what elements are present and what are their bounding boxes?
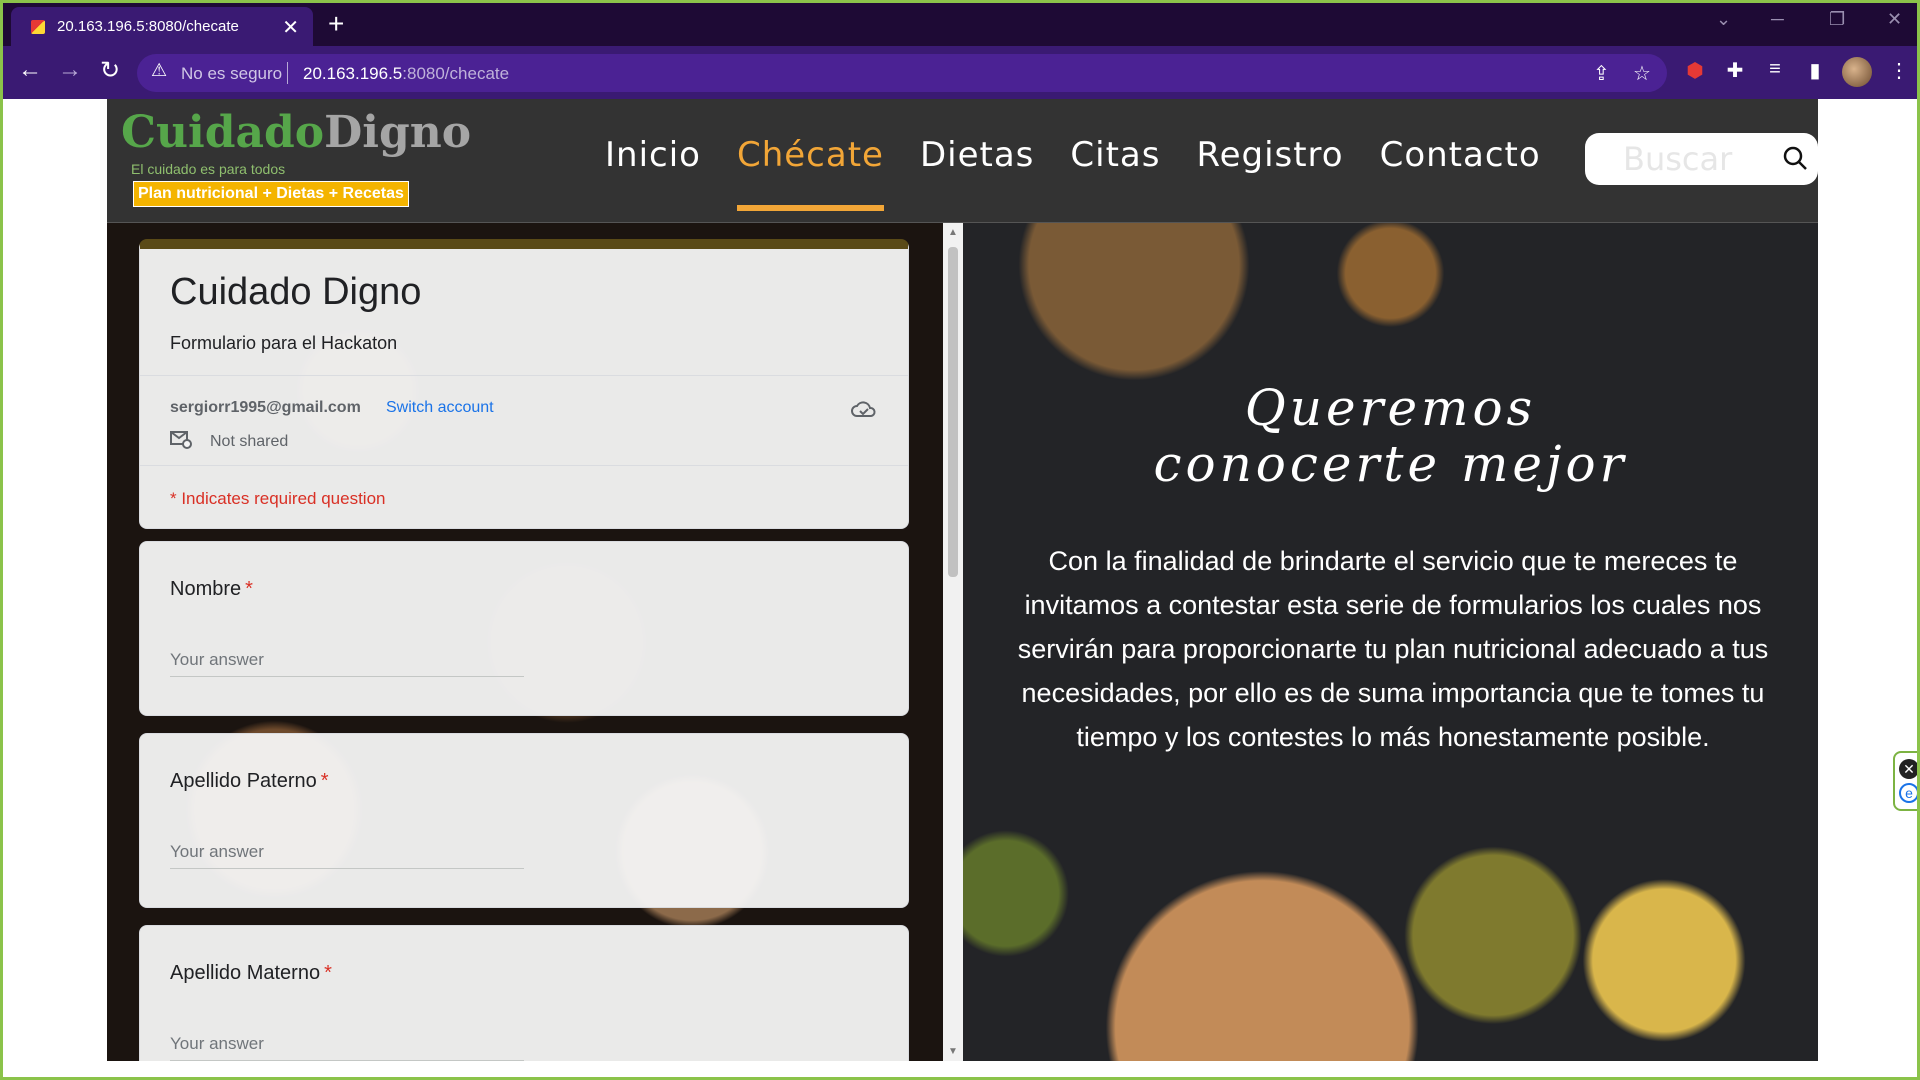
info-body-text: Con la finalidad de brindarte el servici…	[1017, 546, 1769, 752]
security-label[interactable]: No es seguro	[181, 64, 282, 84]
required-note: * Indicates required question	[170, 489, 386, 508]
close-window-icon[interactable]: ✕	[1887, 9, 1902, 30]
browser-toolbar: ← → ↻ ⚠ No es seguro 20.163.196.5:8080/c…	[3, 46, 1917, 99]
info-heading-line1: Queremos	[1244, 379, 1537, 437]
search-input[interactable]: Buscar	[1585, 133, 1818, 185]
form-scrollbar[interactable]: ▲ ▼	[943, 223, 963, 1061]
account-email: sergiorr1995@gmail.com	[170, 399, 361, 416]
form-divider	[140, 465, 908, 466]
side-extension-widget[interactable]: ✕ e	[1893, 751, 1917, 811]
question-card-nombre: Nombre * Your answer	[139, 541, 909, 716]
new-tab-icon[interactable]: +	[328, 8, 344, 40]
question-text: Nombre	[170, 578, 242, 600]
reload-icon[interactable]: ↻	[95, 56, 125, 85]
extensions-puzzle-icon[interactable]: ✚	[1721, 58, 1749, 83]
answer-input-apellido-paterno[interactable]: Your answer	[170, 842, 524, 869]
question-card-apellido-paterno: Apellido Paterno * Your answer	[139, 733, 909, 908]
warning-triangle-icon[interactable]: ⚠	[151, 60, 167, 81]
forward-arrow-icon[interactable]: →	[55, 56, 85, 84]
bookmark-star-icon[interactable]: ☆	[1633, 61, 1651, 86]
share-icon[interactable]: ⇪	[1593, 61, 1610, 86]
site-favicon-icon	[31, 20, 45, 34]
minimize-icon[interactable]: ─	[1771, 9, 1784, 30]
logo-part-2: Digno	[324, 107, 472, 158]
scroll-up-icon[interactable]: ▲	[948, 227, 958, 238]
search-icon[interactable]	[1782, 145, 1808, 171]
adblock-extension-icon[interactable]: ⬢	[1681, 58, 1709, 83]
nav-registro[interactable]: Registro	[1196, 135, 1343, 175]
browser-tab[interactable]: 20.163.196.5:8080/checate ✕	[11, 7, 313, 46]
address-separator	[287, 62, 288, 84]
required-asterisk: *	[245, 578, 253, 600]
promo-banner: Plan nutricional + Dietas + Recetas	[133, 181, 409, 207]
media-control-icon[interactable]: ≡	[1761, 58, 1789, 81]
answer-input-nombre[interactable]: Your answer	[170, 650, 524, 677]
required-asterisk: *	[320, 770, 329, 792]
search-placeholder: Buscar	[1623, 140, 1733, 178]
nav-contacto[interactable]: Contacto	[1380, 135, 1541, 175]
required-asterisk: *	[324, 962, 332, 984]
question-card-apellido-materno: Apellido Materno * Your answer	[139, 925, 909, 1061]
switch-account-link[interactable]: Switch account	[386, 399, 494, 417]
tab-strip: 20.163.196.5:8080/checate ✕ + ⌄ ─ ❐ ✕	[3, 3, 1917, 46]
nav-citas[interactable]: Citas	[1070, 135, 1160, 175]
tab-search-chevron-icon[interactable]: ⌄	[1716, 9, 1731, 30]
answer-input-apellido-materno[interactable]: Your answer	[170, 1034, 524, 1061]
widget-e-icon[interactable]: e	[1899, 783, 1917, 803]
question-label: Nombre *	[170, 578, 253, 601]
question-text: Apellido Paterno	[170, 770, 317, 792]
nav-dietas[interactable]: Dietas	[920, 135, 1034, 175]
form-description: Formulario para el Hackaton	[170, 333, 398, 353]
site-logo[interactable]: CuidadoDigno	[121, 107, 471, 158]
address-bar[interactable]: ⚠ No es seguro 20.163.196.5:8080/checate…	[137, 54, 1667, 92]
profile-avatar[interactable]	[1842, 57, 1872, 87]
restore-icon[interactable]: ❐	[1829, 9, 1845, 30]
cloud-saved-icon[interactable]	[850, 397, 878, 421]
question-label: Apellido Materno *	[170, 962, 332, 985]
site-header: CuidadoDigno El cuidado es para todos Pl…	[107, 99, 1818, 223]
embedded-form: Cuidado Digno Formulario para el Hackato…	[107, 223, 943, 1061]
logo-part-1: Cuidado	[121, 107, 325, 158]
side-panel-icon[interactable]: ▮	[1801, 58, 1829, 83]
page-viewport: CuidadoDigno El cuidado es para todos Pl…	[3, 99, 1917, 1061]
nav-inicio[interactable]: Inicio	[605, 135, 701, 175]
tab-title: 20.163.196.5:8080/checate	[57, 18, 239, 35]
not-shared-icon	[170, 431, 192, 449]
form-title: Cuidado Digno	[170, 271, 422, 313]
site-container: CuidadoDigno El cuidado es para todos Pl…	[107, 99, 1818, 1061]
main-nav: Inicio Chécate Dietas Citas Registro Con…	[605, 135, 1577, 211]
url-host: 20.163.196.5	[303, 64, 403, 83]
menu-kebab-icon[interactable]: ⋮	[1885, 58, 1913, 83]
scrollbar-thumb[interactable]	[948, 247, 958, 577]
browser-window: 20.163.196.5:8080/checate ✕ + ⌄ ─ ❐ ✕ ← …	[0, 0, 1920, 1080]
address-url[interactable]: 20.163.196.5:8080/checate	[303, 64, 509, 84]
info-heading-line2: conocerte mejor	[1153, 435, 1628, 493]
close-tab-icon[interactable]: ✕	[282, 15, 299, 40]
back-arrow-icon[interactable]: ←	[15, 56, 45, 84]
scroll-down-icon[interactable]: ▼	[948, 1046, 958, 1057]
form-divider	[140, 375, 908, 376]
nav-checate[interactable]: Chécate	[736, 135, 884, 211]
widget-close-icon[interactable]: ✕	[1899, 759, 1917, 779]
info-panel: Queremos conocerte mejor Con la finalida…	[963, 223, 1818, 1061]
form-header-card: Cuidado Digno Formulario para el Hackato…	[139, 239, 909, 529]
not-shared-label: Not shared	[210, 433, 289, 450]
question-label: Apellido Paterno *	[170, 770, 329, 793]
question-text: Apellido Materno	[170, 962, 321, 984]
url-path: :8080/checate	[402, 64, 510, 83]
site-tagline: El cuidado es para todos	[131, 161, 286, 177]
